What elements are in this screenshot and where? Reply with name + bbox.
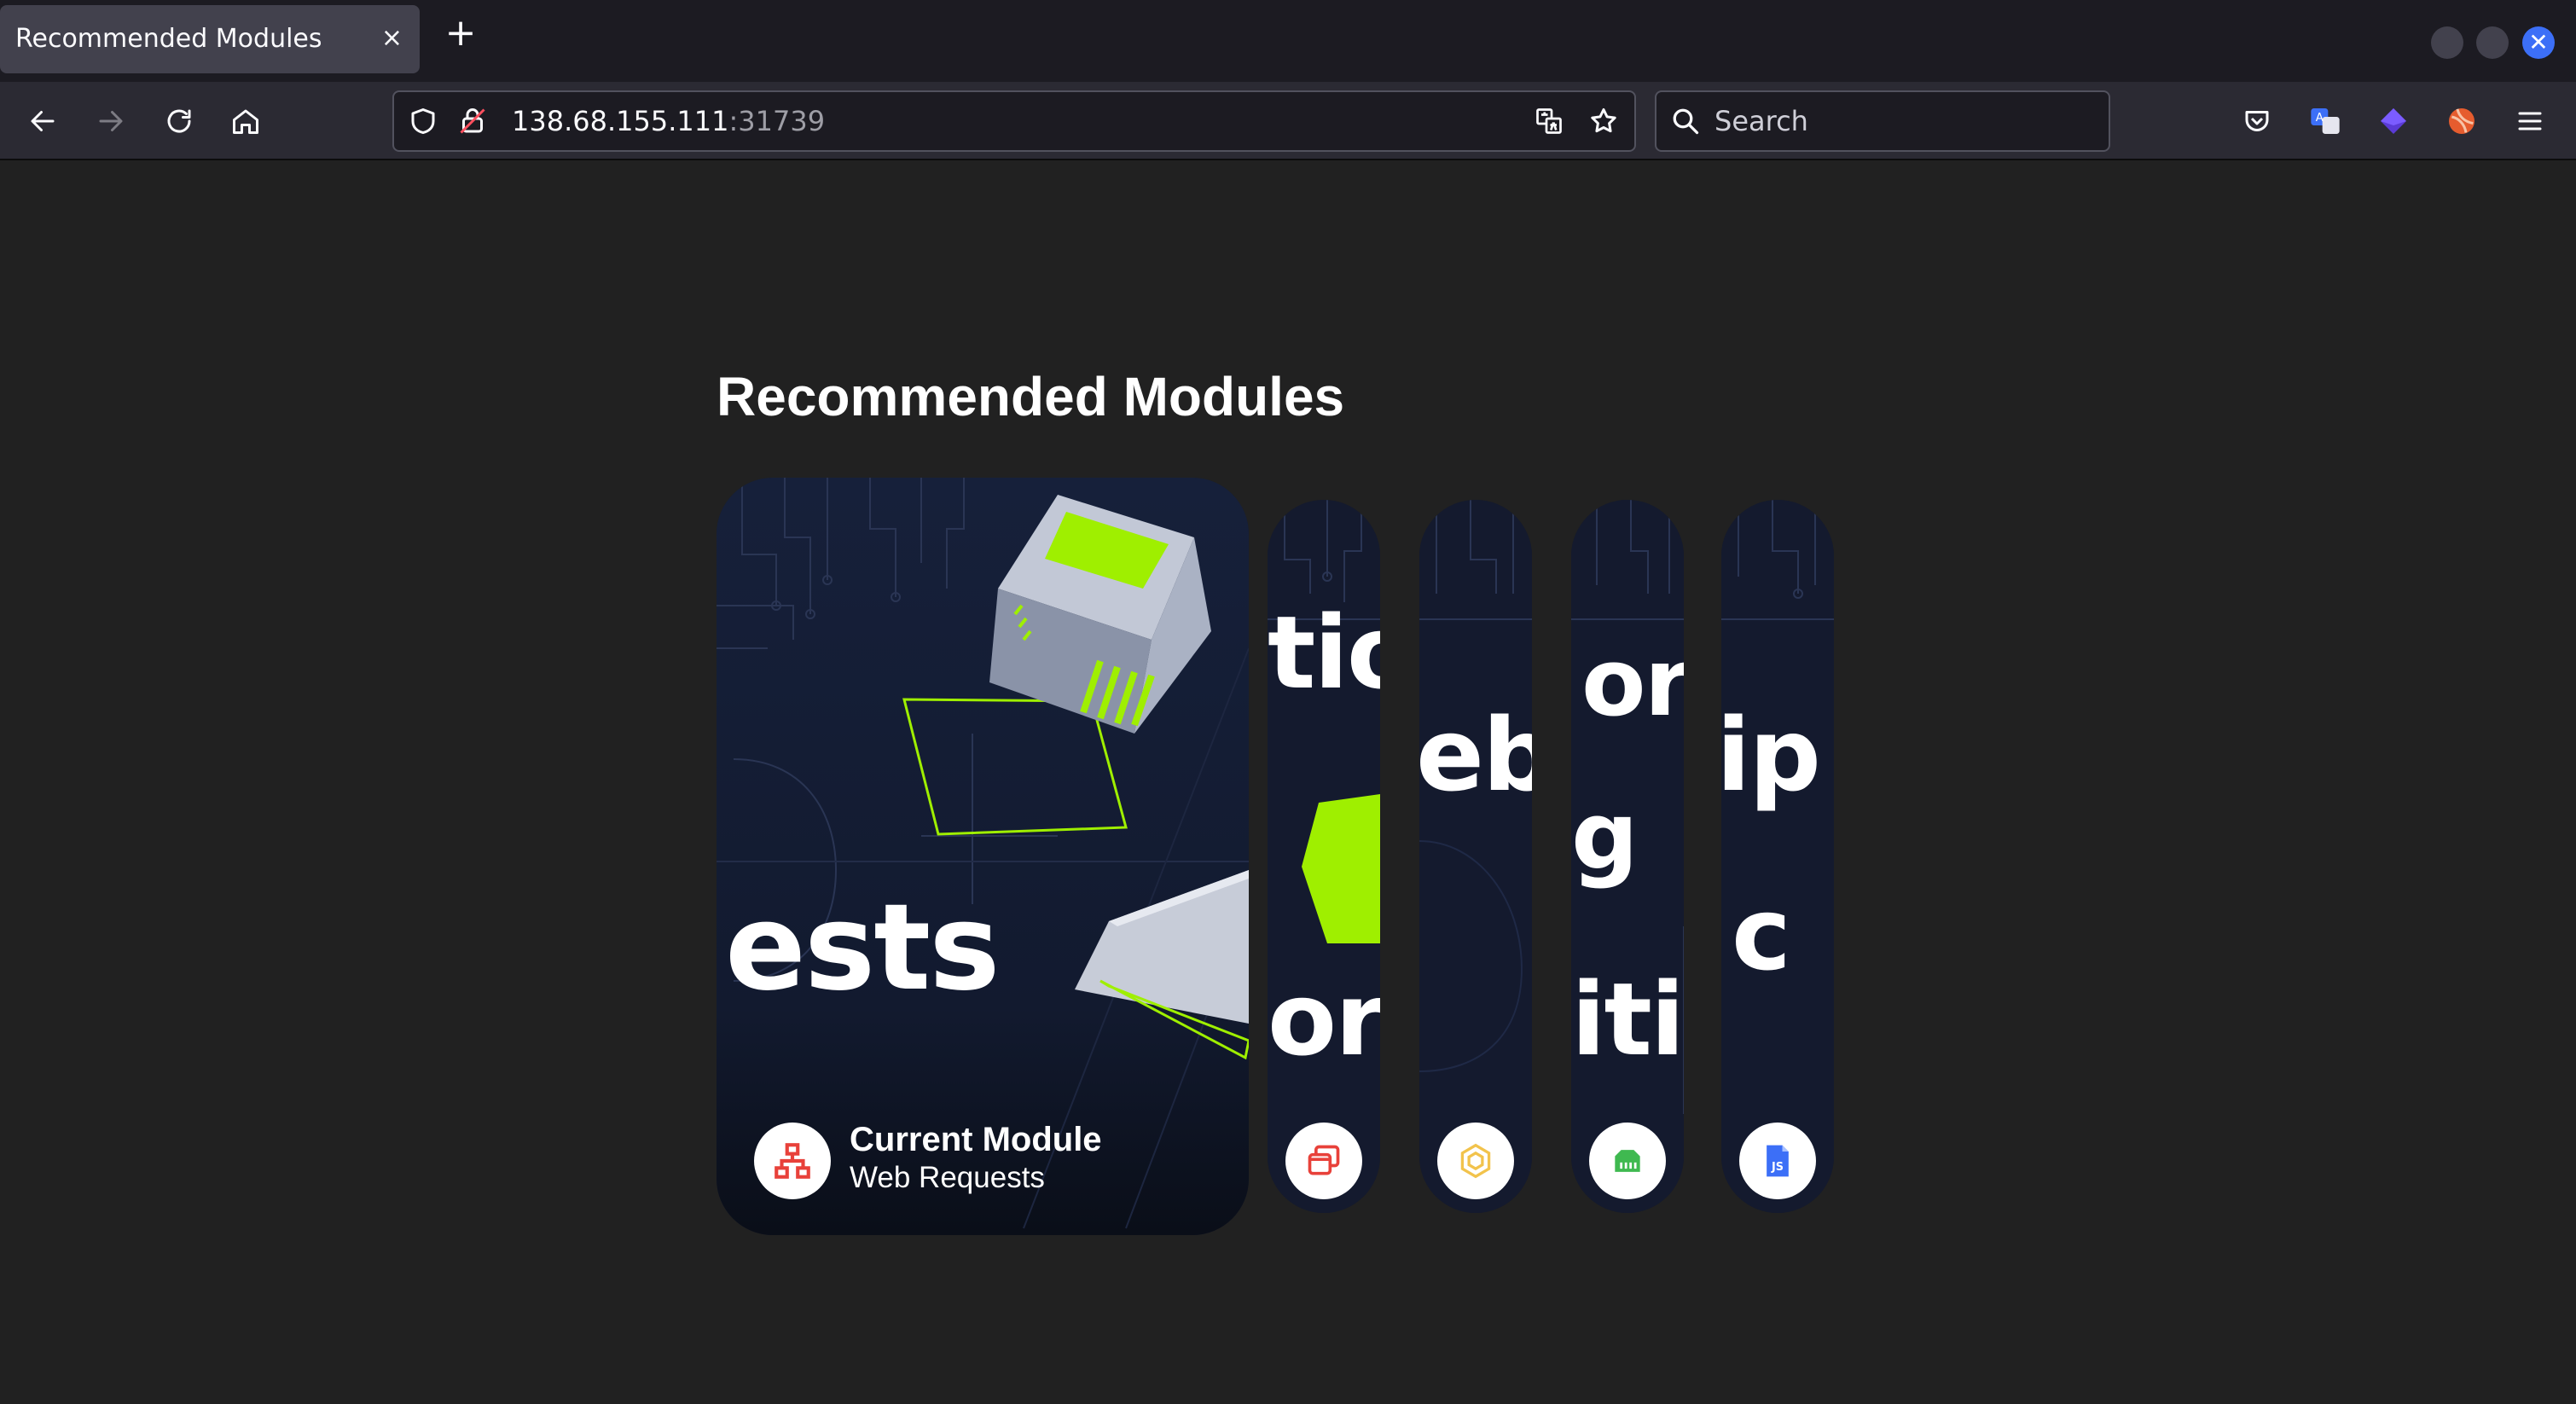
arrow-right-icon (99, 111, 123, 131)
circuit-background (1419, 500, 1532, 1213)
page-title: Recommended Modules (717, 366, 1345, 427)
module-badge: JS (1739, 1123, 1816, 1199)
hexagon-icon (1460, 1143, 1491, 1179)
url-text[interactable]: 138.68.155.111:31739 (512, 92, 825, 150)
module-card-collapsed[interactable]: or g iti (1571, 500, 1684, 1213)
module-badge (1589, 1123, 1666, 1199)
module-title-fragment: or (1581, 628, 1684, 737)
tab-close-icon[interactable]: × (381, 5, 403, 73)
tab-title: Recommended Modules (15, 24, 322, 54)
tab-recommended-modules[interactable]: Recommended Modules × (0, 5, 420, 73)
back-button[interactable] (19, 97, 67, 145)
address-bar[interactable]: 138.68.155.111:31739 (392, 90, 1636, 152)
bookmark-star-icon (1591, 108, 1616, 133)
translate-extension-button[interactable]: A (2301, 97, 2349, 145)
module-title-fragment: iti (1571, 960, 1684, 1078)
module-title-fragment: c (1732, 875, 1791, 993)
module-title-fragment: ests (725, 879, 1001, 1018)
module-title-fragment: g (1571, 781, 1639, 891)
navigation-toolbar: 138.68.155.111:31739 Search A (0, 82, 2576, 160)
insecure-lock-icon (460, 108, 485, 134)
url-port: :31739 (728, 105, 826, 137)
pocket-button[interactable] (2233, 97, 2281, 145)
arrow-left-icon (31, 111, 55, 131)
ball-extension-icon (2449, 108, 2474, 134)
module-badge (1437, 1123, 1514, 1199)
module-card-collapsed[interactable]: eb (1419, 500, 1532, 1213)
module-badge (1285, 1123, 1362, 1199)
caption-subtitle: Web Requests (850, 1161, 1045, 1194)
circuit-background (1721, 500, 1834, 1213)
server-rack-icon (1615, 1150, 1640, 1172)
translate-extension-icon: A (2311, 108, 2340, 134)
extension-purple-button[interactable] (2370, 97, 2417, 145)
translate-icon (1536, 108, 1562, 134)
module-title-fragment: tio (1268, 594, 1380, 711)
search-bar[interactable]: Search (1655, 90, 2110, 152)
reload-icon (167, 109, 191, 133)
search-placeholder: Search (1714, 105, 1808, 137)
featured-caption: Current Module Web Requests (850, 1119, 1102, 1196)
network-icon (775, 1143, 810, 1179)
maximize-button[interactable] (2476, 26, 2509, 59)
minimize-button[interactable] (2431, 26, 2463, 59)
svg-text:A: A (2316, 112, 2324, 125)
search-icon (1673, 108, 1699, 135)
tab-strip: Recommended Modules × + ✕ (0, 0, 2576, 82)
home-icon (233, 109, 258, 134)
module-card-collapsed[interactable]: ip c (1721, 500, 1834, 1213)
url-host: 138.68.155.111 (512, 105, 729, 137)
svg-text:JS: JS (1771, 1161, 1784, 1174)
diamond-extension-icon (2381, 108, 2406, 134)
caption-title: Current Module (850, 1121, 1102, 1158)
close-window-button[interactable]: ✕ (2522, 26, 2555, 59)
module-title-fragment: or (1268, 960, 1380, 1078)
reload-button[interactable] (155, 97, 203, 145)
new-tab-button[interactable]: + (439, 12, 482, 55)
module-title-fragment: eb (1419, 696, 1532, 814)
featured-badge (754, 1123, 831, 1199)
module-card-collapsed[interactable]: tio or (1268, 500, 1380, 1213)
windows-stack-icon (1308, 1145, 1340, 1175)
module-title-fragment: ip (1721, 696, 1821, 814)
hamburger-menu-icon (2518, 112, 2542, 131)
js-file-icon: JS (1767, 1145, 1789, 1177)
forward-button[interactable] (87, 97, 135, 145)
menu-button[interactable] (2506, 97, 2554, 145)
home-button[interactable] (222, 97, 270, 145)
pocket-icon (2245, 111, 2269, 131)
shield-icon (411, 108, 435, 134)
extension-orange-button[interactable] (2438, 97, 2486, 145)
